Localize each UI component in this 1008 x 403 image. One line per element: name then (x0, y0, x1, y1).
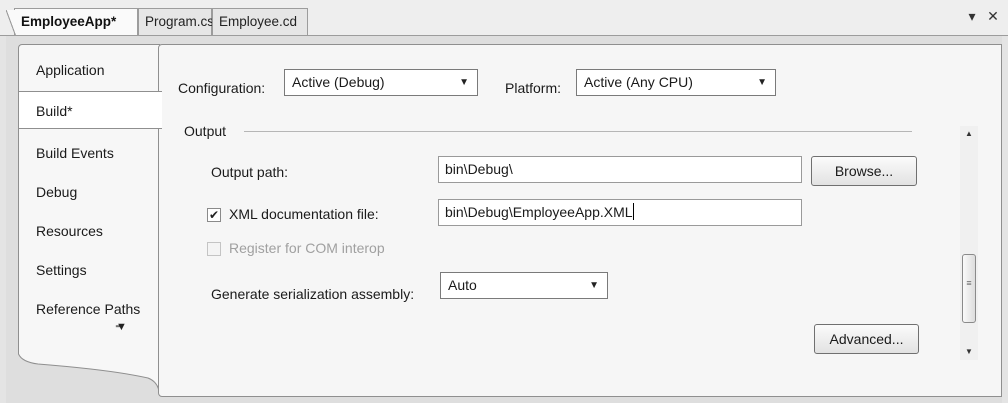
chevron-down-icon: ▼ (757, 77, 767, 88)
sidebar-item-label: Build Events (36, 145, 114, 161)
serialization-value: Auto (448, 277, 477, 293)
sidebar-item-label: Settings (36, 262, 87, 278)
sidebar-item-settings[interactable]: Settings (19, 251, 160, 289)
browse-button[interactable]: Browse... (811, 156, 917, 186)
document-tab-strip: EmployeeApp* Program.cs Employee.cd ▾ ✕ (0, 0, 1008, 37)
tab-employee-cd[interactable]: Employee.cd (212, 8, 308, 36)
sidebar-item-label: Reference Paths (36, 301, 141, 317)
platform-value: Active (Any CPU) (584, 74, 693, 90)
properties-sidebar: Application Build* Build Events Debug Re… (18, 44, 162, 340)
tab-label: EmployeeApp* (21, 14, 117, 29)
serialization-dropdown[interactable]: Auto ▼ (440, 272, 608, 299)
sidebar-item-label: Debug (36, 184, 78, 200)
sidebar-item-label: Build* (36, 103, 73, 119)
xml-documentation-checkbox[interactable]: ✔ (207, 208, 221, 222)
xml-documentation-value: bin\Debug\EmployeeApp.XML (445, 204, 633, 220)
scroll-up-icon[interactable]: ▲ (960, 126, 978, 142)
com-interop-label: Register for COM interop (229, 240, 385, 256)
grip-icon: ≡ (966, 278, 972, 288)
sidebar-item-label: Application (36, 62, 105, 78)
tab-program-cs[interactable]: Program.cs (138, 8, 215, 36)
sidebar-item-application[interactable]: Application (19, 51, 160, 89)
sidebar-item-build-events[interactable]: Build Events (19, 134, 160, 172)
output-path-input[interactable]: bin\Debug\ (438, 156, 802, 183)
tab-label: Program.cs (145, 14, 215, 29)
text-caret (632, 203, 634, 220)
advanced-button-label: Advanced... (829, 331, 904, 347)
tab-employeeapp[interactable]: EmployeeApp* (6, 8, 138, 37)
chevron-down-icon: ▼ (589, 280, 599, 291)
xml-documentation-input[interactable]: bin\Debug\EmployeeApp.XML (438, 199, 802, 226)
output-section-title: Output (184, 123, 227, 139)
configuration-dropdown[interactable]: Active (Debug) ▼ (284, 69, 478, 96)
project-properties-panel: Application Build* Build Events Debug Re… (6, 36, 1002, 403)
browse-button-label: Browse... (834, 163, 894, 179)
scroll-down-icon[interactable]: ▼ (960, 344, 978, 360)
platform-dropdown[interactable]: Active (Any CPU) ▼ (576, 69, 776, 96)
serialization-label: Generate serialization assembly: (211, 286, 415, 302)
output-path-label: Output path: (211, 164, 289, 180)
platform-label: Platform: (505, 80, 562, 96)
advanced-button[interactable]: Advanced... (814, 324, 919, 354)
close-icon[interactable]: ✕ (985, 8, 1001, 25)
output-path-value: bin\Debug\ (445, 161, 513, 177)
sidebar-item-debug[interactable]: Debug (19, 173, 160, 211)
sidebar-item-resources[interactable]: Resources (19, 212, 160, 250)
chevron-down-icon: ▼ (459, 77, 469, 88)
configuration-value: Active (Debug) (292, 74, 385, 90)
dropdown-arrow-icon[interactable]: ▾ (964, 8, 980, 25)
vertical-scrollbar[interactable]: ▲ ≡ ▼ (960, 126, 978, 360)
section-divider (244, 131, 912, 132)
sidebar-curve-decoration (18, 332, 160, 392)
com-interop-checkbox[interactable] (207, 242, 221, 256)
sidebar-item-build[interactable]: Build* (19, 91, 162, 129)
configuration-label: Configuration: (178, 80, 266, 96)
tab-label: Employee.cd (219, 14, 298, 29)
scroll-thumb[interactable]: ≡ (962, 254, 976, 323)
xml-documentation-label: XML documentation file: (229, 206, 379, 222)
sidebar-item-label: Resources (36, 223, 103, 239)
sidebar-item-reference-paths[interactable]: Reference Paths (19, 290, 160, 328)
